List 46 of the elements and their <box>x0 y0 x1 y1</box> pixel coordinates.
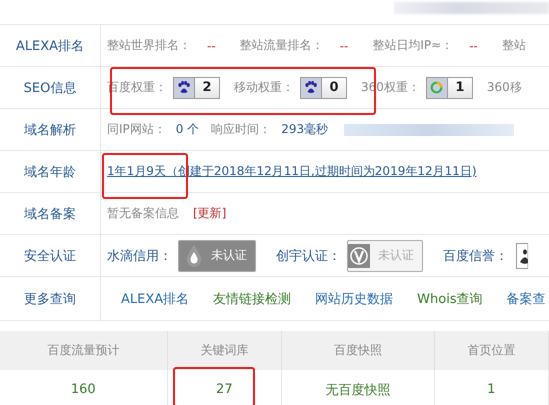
table-cell: 无百度快照 <box>282 370 434 405</box>
stat-value: -- <box>207 38 216 52</box>
stat-label: 整站世界排名： <box>107 37 191 54</box>
dns-label: 同IP网站： <box>107 121 166 138</box>
row-label: 域名解析 <box>24 122 76 138</box>
update-link[interactable]: [更新] <box>193 205 226 222</box>
stat-label: 整站流量排名： <box>240 37 324 54</box>
table-cell: 1 <box>434 370 548 405</box>
stat-value: -- <box>340 38 348 52</box>
dns-value: 293毫秒 <box>281 121 328 138</box>
row-label: 更多查询 <box>24 290 76 308</box>
weight-label: 移动权重： <box>234 79 294 96</box>
shield-icon <box>348 244 370 268</box>
table-cell: 160 <box>0 370 168 405</box>
dns-value: 0 个 <box>176 121 200 138</box>
query-link[interactable]: 友情链接检测 <box>213 290 292 308</box>
cert-badge: 未认证 <box>347 240 423 272</box>
weight-badge: 0 <box>300 76 347 98</box>
stat-label: 整站 <box>502 37 526 54</box>
cert-label: 创宇认证： <box>276 248 341 264</box>
query-link[interactable]: 网站历史数据 <box>315 290 394 308</box>
weight-badge: 2 <box>173 76 220 98</box>
row-label: 安全认证 <box>24 248 76 264</box>
ring-icon <box>430 81 444 94</box>
query-link[interactable]: ALEXA排名 <box>121 290 190 308</box>
cert-label: 百度信誉： <box>443 248 508 264</box>
row-label: ALEXA排名 <box>16 38 84 54</box>
weight-label: 360移 <box>486 79 522 96</box>
column-header: 百度流量预计 <box>0 331 168 370</box>
drop-icon <box>185 244 203 268</box>
column-header: 百度快照 <box>282 331 434 370</box>
cert-badge: 未认证 <box>178 240 256 272</box>
icp-status: 暂无备案信息 <box>107 205 179 222</box>
row-label: SEO信息 <box>24 80 76 96</box>
query-link[interactable]: 备案查 <box>506 290 546 308</box>
dns-label: 响应时间： <box>211 121 272 138</box>
query-link[interactable]: Whois查询 <box>417 290 483 308</box>
column-header: 首页位置 <box>434 331 548 370</box>
table-cell: 27 <box>167 370 282 405</box>
stat-value: -- <box>469 38 478 52</box>
stat-label: 整站日均IP≈： <box>372 37 454 54</box>
row-label: 域名备案 <box>24 206 76 222</box>
row-label: 域名年龄 <box>24 164 76 180</box>
cert-label: 水滴信用： <box>107 248 172 264</box>
weight-badge: 1 <box>426 76 473 98</box>
column-header: 关键词库 <box>167 331 282 370</box>
